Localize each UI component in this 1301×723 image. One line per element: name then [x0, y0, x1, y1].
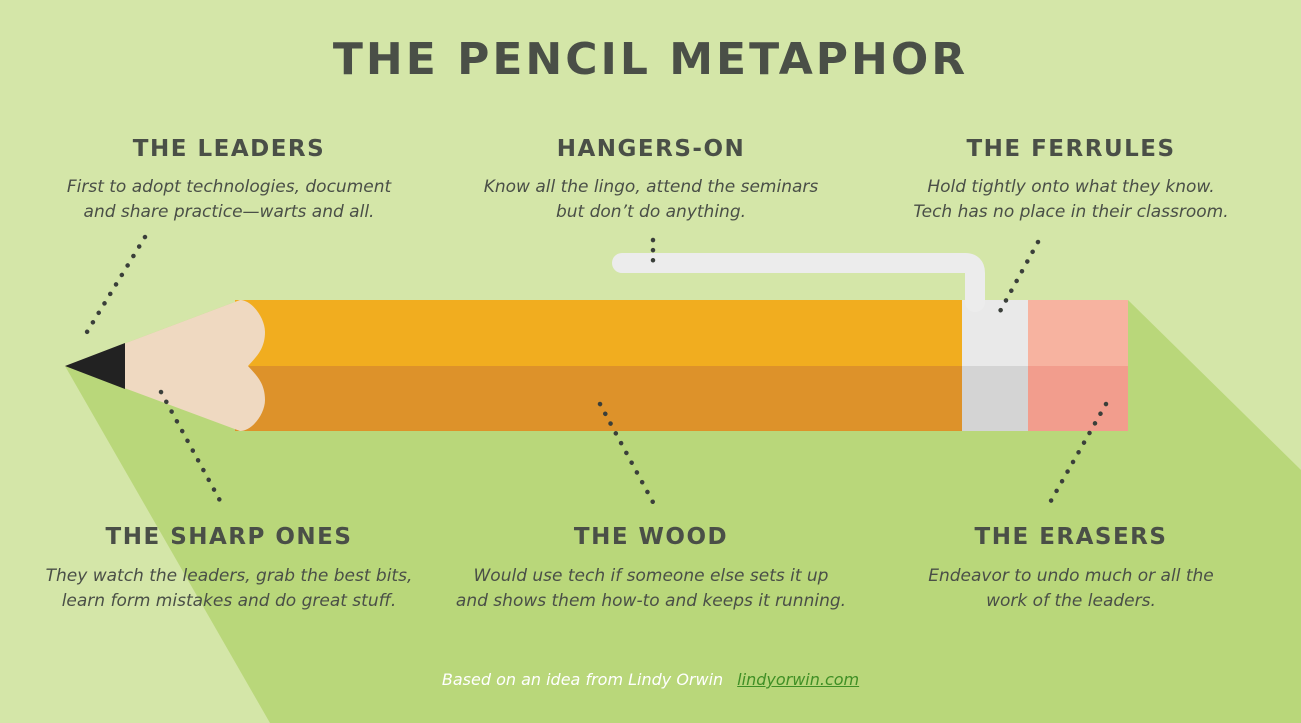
ferrules-description: Hold tightly onto what they know. Tech h…: [851, 175, 1291, 225]
wood-heading: THE WOOD: [573, 524, 729, 550]
erasers-heading: THE ERASERS: [974, 524, 1168, 550]
ferrules-line-1: Hold tightly onto what they know.: [927, 177, 1215, 197]
leaders-description: First to adopt technologies, document an…: [9, 175, 449, 225]
leaders-line-1: First to adopt technologies, document: [66, 177, 392, 197]
wood-line-1: Would use tech if someone else sets it u…: [473, 566, 829, 586]
wood-top: [235, 300, 962, 366]
credit-line: Based on an idea from Lindy Orwin lindyor…: [0, 670, 1301, 689]
pencil-illustration: [65, 234, 1301, 723]
pencil-metaphor-infographic: THE PENCIL METAPHOR THE LEADERS First to…: [0, 0, 1301, 723]
wood-description: Would use tech if someone else sets it u…: [431, 564, 871, 614]
erasers-line-2: work of the leaders.: [986, 591, 1156, 611]
hangers-on-description: Know all the lingo, attend the seminars …: [431, 175, 871, 225]
leaders-line-2: and share practice—warts and all.: [83, 202, 375, 222]
sharp-ones-line-1: They watch the leaders, grab the best bi…: [45, 566, 413, 586]
wood-bottom: [235, 366, 962, 431]
erasers-line-1: Endeavor to undo much or all the: [928, 566, 1214, 586]
leaders-heading: THE LEADERS: [132, 136, 326, 162]
ferrules-heading: THE FERRULES: [966, 136, 1176, 162]
sharp-ones-heading: THE SHARP ONES: [105, 524, 353, 550]
pointer-leaders: [84, 234, 148, 335]
ferrule-bottom: [962, 366, 1028, 431]
eraser-bottom: [1028, 366, 1128, 431]
wood-line-2: and shows them how-to and keeps it runni…: [455, 591, 847, 611]
pencil-clip: [612, 253, 985, 312]
credit-text: Based on an idea from Lindy Orwin: [441, 670, 724, 689]
page-title: THE PENCIL METAPHOR: [332, 34, 969, 85]
hangers-on-line-1: Know all the lingo, attend the seminars: [483, 177, 819, 197]
hangers-on-line-2: but don’t do anything.: [555, 202, 747, 222]
sharp-ones-description: They watch the leaders, grab the best bi…: [9, 564, 449, 614]
sharp-ones-line-2: learn form mistakes and do great stuff.: [61, 591, 397, 611]
ferrules-line-2: Tech has no place in their classroom.: [913, 202, 1229, 222]
credit-link[interactable]: lindyorwin.com: [737, 670, 859, 689]
hangers-on-heading: HANGERS-ON: [556, 136, 746, 162]
erasers-description: Endeavor to undo much or all the work of…: [851, 564, 1291, 614]
eraser-top: [1028, 300, 1128, 366]
